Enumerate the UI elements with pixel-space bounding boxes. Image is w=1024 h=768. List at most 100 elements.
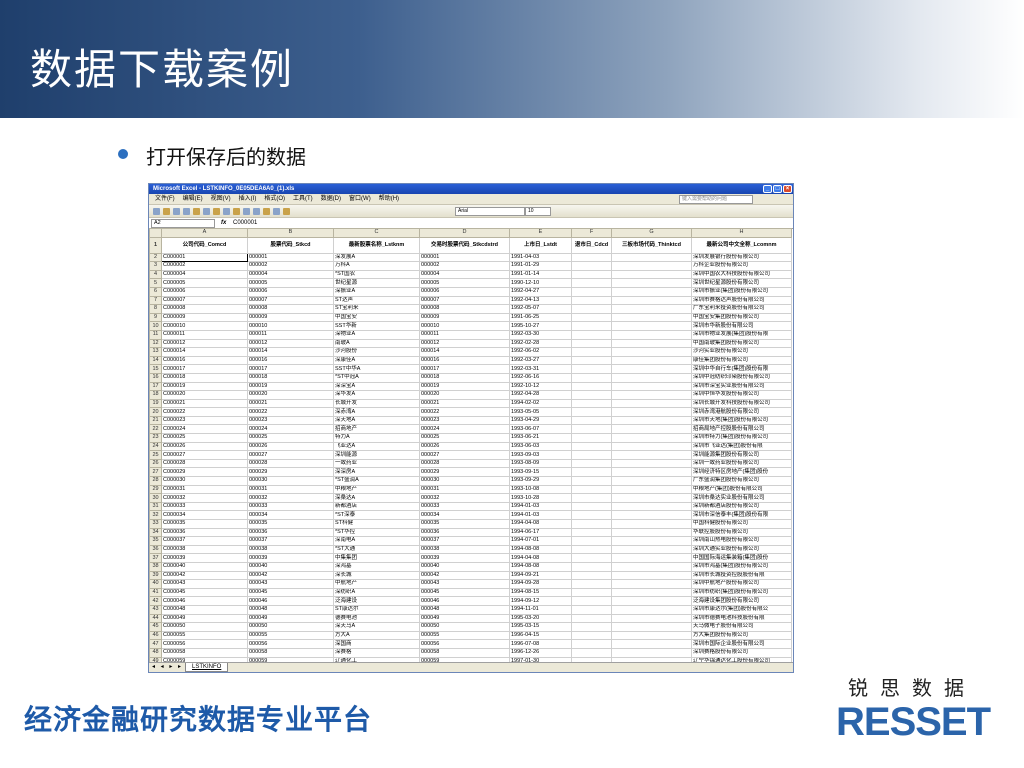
table-cell[interactable]: 中国宝安集团股份有限公司	[691, 312, 792, 323]
table-cell[interactable]	[611, 390, 692, 400]
table-cell[interactable]: 000030	[419, 476, 510, 486]
table-cell[interactable]: C000024	[161, 424, 248, 435]
table-cell[interactable]: 000036	[247, 527, 334, 538]
table-cell[interactable]: 000018	[419, 372, 510, 383]
table-cell[interactable]: 000034	[247, 510, 334, 520]
row-number[interactable]: 18	[149, 390, 162, 400]
table-cell[interactable]: 1993-04-29	[509, 415, 572, 426]
table-cell[interactable]	[571, 639, 612, 649]
row-number[interactable]: 11	[149, 329, 162, 340]
table-cell[interactable]: 方大集团股份有限公司	[691, 630, 792, 641]
table-cell[interactable]	[611, 544, 692, 555]
table-cell[interactable]: 1990-12-10	[509, 278, 572, 288]
table-cell[interactable]: 000037	[419, 536, 510, 546]
table-cell[interactable]: 000004	[247, 269, 334, 280]
table-cell[interactable]: 000056	[419, 639, 510, 649]
table-cell[interactable]: 深圳市物业发展(集团)股份有限	[691, 329, 792, 340]
table-cell[interactable]: 000012	[419, 338, 510, 349]
row-number[interactable]: 10	[149, 321, 162, 331]
table-cell[interactable]: 1991-01-29	[509, 261, 572, 271]
column-header[interactable]: G	[611, 228, 692, 238]
table-cell[interactable]: 华联控股股份有限公司	[691, 527, 792, 538]
chart-icon[interactable]	[283, 207, 290, 215]
field-header-cell[interactable]: 上市日_Lstdt	[509, 236, 572, 254]
row-number[interactable]: 15	[149, 364, 162, 374]
table-cell[interactable]: 深发展A	[333, 252, 420, 263]
field-header-cell[interactable]: 公司代码_Comcd	[161, 236, 248, 254]
row-number[interactable]: 6	[149, 286, 162, 297]
table-cell[interactable]	[571, 570, 612, 581]
table-cell[interactable]: 1993-09-03	[509, 450, 572, 460]
row-number[interactable]: 30	[149, 493, 162, 503]
table-cell[interactable]: 深圳市华新股份有限公司	[691, 321, 792, 331]
table-cell[interactable]: 000023	[247, 415, 334, 426]
table-cell[interactable]	[611, 372, 692, 383]
table-cell[interactable]: 000046	[247, 596, 334, 606]
table-cell[interactable]: C000029	[161, 467, 248, 478]
table-cell[interactable]	[571, 381, 612, 392]
table-cell[interactable]: 1991-04-03	[509, 252, 572, 263]
table-cell[interactable]: 深圳市鸿基(集团)股份有限公司	[691, 561, 792, 572]
spelling-icon[interactable]	[203, 207, 210, 215]
table-cell[interactable]: C000006	[161, 286, 248, 297]
table-cell[interactable]: 深物业A	[333, 329, 420, 340]
table-cell[interactable]: C000043	[161, 579, 248, 589]
row-number[interactable]: 48	[149, 647, 162, 658]
table-cell[interactable]: 000016	[419, 355, 510, 366]
table-cell[interactable]	[611, 519, 692, 529]
table-cell[interactable]	[611, 278, 692, 288]
row-number[interactable]: 3	[149, 261, 162, 271]
table-cell[interactable]	[571, 519, 612, 529]
table-cell[interactable]: C000020	[161, 390, 248, 400]
column-header[interactable]: D	[419, 228, 510, 238]
row-number[interactable]: 1	[149, 236, 162, 254]
table-cell[interactable]: 深圳市深信泰丰(集团)股份有限	[691, 510, 792, 520]
table-cell[interactable]: 中国宝安	[333, 312, 420, 323]
field-header-cell[interactable]: 最新股票名称_Lstknm	[333, 236, 420, 254]
row-number[interactable]: 31	[149, 501, 162, 512]
table-cell[interactable]: 000001	[419, 252, 510, 263]
table-cell[interactable]	[611, 467, 692, 478]
table-cell[interactable]: 000019	[419, 381, 510, 392]
table-cell[interactable]: 1991-06-25	[509, 312, 572, 323]
table-cell[interactable]	[611, 579, 692, 589]
table-cell[interactable]: 深圳中国农大科技股份有限公司	[691, 269, 792, 280]
table-cell[interactable]: 中集集团	[333, 553, 420, 563]
row-number[interactable]: 5	[149, 278, 162, 288]
column-header[interactable]: A	[161, 228, 248, 238]
table-cell[interactable]: 1993-09-15	[509, 467, 572, 478]
table-cell[interactable]: C000056	[161, 639, 248, 649]
cut-icon[interactable]	[213, 207, 220, 215]
table-cell[interactable]: C000016	[161, 355, 248, 366]
table-cell[interactable]: 1994-08-15	[509, 587, 572, 598]
table-cell[interactable]: 飞亚达A	[333, 441, 420, 452]
table-cell[interactable]: 000040	[419, 561, 510, 572]
table-cell[interactable]: *ST华控	[333, 527, 420, 538]
table-cell[interactable]	[611, 476, 692, 486]
table-cell[interactable]: 000058	[419, 647, 510, 658]
table-cell[interactable]: 000006	[247, 286, 334, 297]
table-cell[interactable]: 000022	[247, 407, 334, 417]
table-cell[interactable]: 000020	[247, 390, 334, 400]
table-cell[interactable]: 深圳长城开发科技股份有限公司	[691, 398, 792, 409]
table-cell[interactable]: 深圳市国际企业股份有限公司	[691, 639, 792, 649]
table-cell[interactable]: C000025	[161, 433, 248, 443]
table-cell[interactable]: 1992-03-30	[509, 329, 572, 340]
table-cell[interactable]: 深圳中华自行车(集团)股份有限	[691, 364, 792, 374]
table-cell[interactable]: 1994-04-08	[509, 553, 572, 563]
row-number[interactable]: 47	[149, 639, 162, 649]
table-cell[interactable]: ST达声	[333, 295, 420, 306]
table-cell[interactable]: 深圳一致药业股份有限公司	[691, 458, 792, 469]
table-cell[interactable]: 000045	[419, 587, 510, 598]
field-header-cell[interactable]: 退市日_Cdcd	[571, 236, 612, 254]
table-cell[interactable]: 000025	[419, 433, 510, 443]
row-number[interactable]: 21	[149, 415, 162, 426]
row-number[interactable]: 27	[149, 467, 162, 478]
row-number[interactable]: 28	[149, 476, 162, 486]
table-cell[interactable]: 000025	[247, 433, 334, 443]
column-header[interactable]: F	[571, 228, 612, 238]
open-icon[interactable]	[163, 207, 170, 215]
table-cell[interactable]: 1993-09-29	[509, 476, 572, 486]
table-cell[interactable]	[611, 321, 692, 331]
table-cell[interactable]: C000058	[161, 647, 248, 658]
